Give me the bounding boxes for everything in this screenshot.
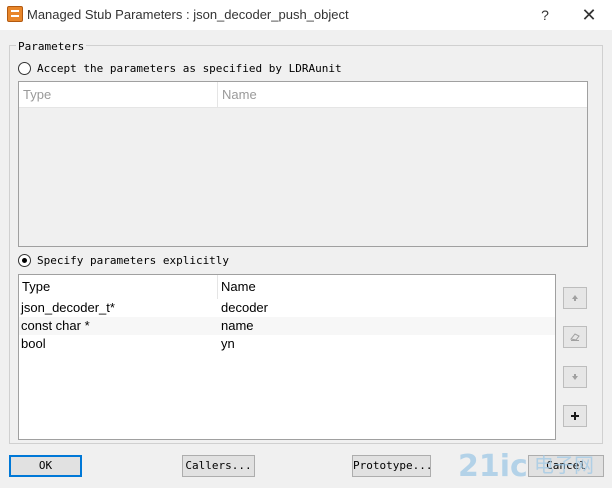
svg-text:21ic: 21ic xyxy=(458,449,528,482)
move-down-button[interactable] xyxy=(563,366,587,388)
param-name-cell[interactable]: yn xyxy=(218,335,555,353)
move-up-icon xyxy=(572,295,578,301)
prototype-button[interactable]: Prototype... xyxy=(352,455,432,477)
explicit-parameters-option[interactable]: Specify parameters explicitly xyxy=(18,254,229,267)
column-header-name[interactable]: Name xyxy=(218,82,587,107)
move-up-button[interactable] xyxy=(563,287,587,309)
table-header: Type Name xyxy=(19,82,587,108)
param-name-cell[interactable]: name xyxy=(218,317,555,335)
svg-text:电子网: 电子网 xyxy=(534,453,594,477)
explicit-parameters-table[interactable]: Type Name json_decoder_t* decoder const … xyxy=(18,274,556,440)
clear-button[interactable] xyxy=(563,326,587,348)
title-bar: Managed Stub Parameters : json_decoder_p… xyxy=(0,0,612,30)
callers-button[interactable]: Callers... xyxy=(182,455,255,477)
param-type-cell[interactable]: bool xyxy=(19,335,218,353)
column-header-type[interactable]: Type xyxy=(19,82,218,107)
help-button[interactable]: ? xyxy=(530,4,560,26)
explicit-parameters-radio[interactable] xyxy=(18,254,31,267)
param-type-cell[interactable]: const char * xyxy=(19,317,218,335)
accept-parameters-option[interactable]: Accept the parameters as specified by LD… xyxy=(18,62,342,75)
add-parameter-button[interactable] xyxy=(563,405,587,427)
accept-parameters-label: Accept the parameters as specified by LD… xyxy=(37,62,342,75)
plus-icon xyxy=(571,412,579,420)
table-row[interactable]: json_decoder_t* decoder xyxy=(19,299,555,317)
ok-button[interactable]: OK xyxy=(9,455,82,477)
table-row[interactable]: const char * name xyxy=(19,317,555,335)
table-header: Type Name xyxy=(19,275,555,299)
param-name-cell[interactable]: decoder xyxy=(218,299,555,317)
table-row[interactable]: bool yn xyxy=(19,335,555,353)
accept-parameters-radio[interactable] xyxy=(18,62,31,75)
close-icon[interactable]: ✕ xyxy=(574,4,604,26)
column-header-name[interactable]: Name xyxy=(218,275,555,299)
parameters-group-label: Parameters xyxy=(16,40,87,53)
window-title: Managed Stub Parameters : json_decoder_p… xyxy=(27,7,349,22)
column-header-type[interactable]: Type xyxy=(19,275,218,299)
watermark-logo: 21ic 电子网 xyxy=(458,449,594,482)
param-type-cell[interactable]: json_decoder_t* xyxy=(19,299,218,317)
move-down-icon xyxy=(572,374,578,380)
app-icon xyxy=(7,6,23,22)
eraser-icon xyxy=(570,333,580,341)
explicit-parameters-label: Specify parameters explicitly xyxy=(37,254,230,267)
ldraunit-parameters-table[interactable]: Type Name xyxy=(18,81,588,247)
